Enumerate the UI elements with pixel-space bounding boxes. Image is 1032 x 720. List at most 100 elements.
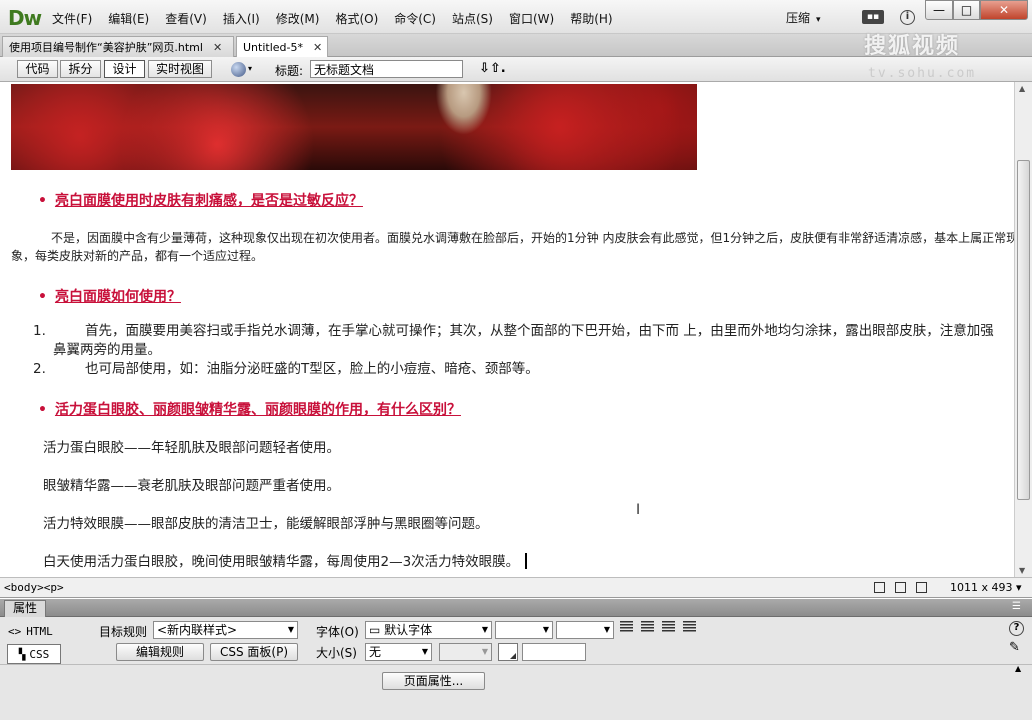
css-panel-button[interactable]: CSS 面板(P) xyxy=(210,643,298,661)
menu-commands[interactable]: 命令(C) xyxy=(386,10,444,27)
css-icon: ▚ xyxy=(18,647,26,661)
menu-modify[interactable]: 修改(M) xyxy=(268,10,328,27)
html-label: HTML xyxy=(26,625,53,638)
app-logo: Dw xyxy=(8,6,42,30)
list-number: 1. xyxy=(33,323,46,339)
font-select[interactable]: ▭ 默认字体 ▼ xyxy=(365,621,492,639)
target-rule-value: <新内联样式> xyxy=(157,623,238,637)
menu-file[interactable]: 文件(F) xyxy=(44,10,100,27)
content-line[interactable]: 活力蛋白眼胶——年轻肌肤及眼部问题轻者使用。 xyxy=(43,436,340,456)
close-icon[interactable]: ✕ xyxy=(313,41,322,54)
align-left-icon[interactable] xyxy=(620,621,633,633)
help-icon[interactable]: ? xyxy=(1009,621,1024,636)
chevron-down-icon: ▼ xyxy=(481,647,488,656)
page-properties-button[interactable]: 页面属性... xyxy=(382,672,485,690)
edit-rule-button[interactable]: 编辑规则 xyxy=(116,643,204,661)
chevron-down-icon: ▼ xyxy=(542,625,549,634)
banner-image xyxy=(11,84,697,170)
quick-tag-editor-icon[interactable]: ✎ xyxy=(1009,640,1020,655)
question-heading-2[interactable]: • 亮白面膜如何使用？ xyxy=(38,286,181,306)
ibeam-cursor-icon: I xyxy=(636,502,641,518)
menu-view[interactable]: 查看(V) xyxy=(157,10,215,27)
globe-icon[interactable] xyxy=(231,62,246,77)
bullet: • xyxy=(38,402,47,418)
split-view-button[interactable]: 拆分 xyxy=(60,60,101,78)
heading-text: 活力蛋白眼胶、丽颜眼皱精华露、丽颜眼膜的作用，有什么区别？ xyxy=(54,402,461,418)
html-mode-button[interactable]: <> HTML xyxy=(8,625,53,638)
document-tab-beauty[interactable]: 使用项目编号制作“美容护肤”网页.html ✕ xyxy=(2,36,234,57)
font-style-select[interactable]: ▼ xyxy=(495,621,553,639)
content-line-with-cursor[interactable]: 白天使用活力蛋白眼胶，晚间使用眼皱精华露，每周使用2—3次活力特效眼膜。 xyxy=(43,550,527,570)
chevron-down-icon: ▼ xyxy=(603,625,610,634)
sync-settings-icon[interactable]: ▪▪ xyxy=(862,10,884,24)
menu-help[interactable]: 帮助(H) xyxy=(562,10,620,27)
select-tool-icon[interactable] xyxy=(874,582,885,593)
menu-window[interactable]: 窗口(W) xyxy=(501,10,562,27)
window-size[interactable]: 1011 x 493 ▾ xyxy=(950,581,1022,594)
scroll-down-icon[interactable]: ▼ xyxy=(1019,566,1025,575)
html-icon: <> xyxy=(8,625,22,638)
close-icon[interactable]: ✕ xyxy=(213,41,222,54)
bullet: • xyxy=(38,289,47,305)
scroll-up-icon[interactable]: ▲ xyxy=(1019,84,1025,93)
title-input[interactable] xyxy=(310,60,463,78)
vertical-scrollbar[interactable]: ▲ ▼ xyxy=(1014,82,1032,577)
list-text: 也可局部使用，如：油脂分泌旺盛的T型区，脸上的小痘痘、暗疮、颈部等。 xyxy=(85,361,539,377)
file-management-icon[interactable]: ⇩⇧. xyxy=(479,61,506,76)
minimize-button[interactable]: — xyxy=(925,0,953,20)
menu-edit[interactable]: 编辑(E) xyxy=(100,10,157,27)
close-window-button[interactable]: ✕ xyxy=(980,0,1028,20)
chevron-down-icon: ▼ xyxy=(421,647,428,656)
menu-format[interactable]: 格式(O) xyxy=(327,10,386,27)
question-heading-1[interactable]: • 亮白面膜使用时皮肤有刺痛感，是否是过敏反应？ xyxy=(38,190,363,210)
align-center-icon[interactable] xyxy=(641,621,654,633)
css-mode-button[interactable]: ▚ CSS xyxy=(7,644,61,664)
size-label: 大小(S) xyxy=(316,646,357,660)
font-value: 默认字体 xyxy=(384,623,433,637)
align-justify-icon[interactable] xyxy=(683,621,696,633)
info-icon[interactable]: i xyxy=(900,10,915,25)
font-weight-select[interactable]: ▼ xyxy=(556,621,614,639)
css-label: CSS xyxy=(29,647,50,661)
expand-icon[interactable]: ▲ xyxy=(1015,664,1021,673)
tag-selector[interactable]: <body><p> xyxy=(4,581,64,594)
content-line[interactable]: 眼皱精华露——衰老肌肤及眼部问题严重者使用。 xyxy=(43,474,340,494)
code-view-button[interactable]: 代码 xyxy=(17,60,58,78)
monitor-icon: ▭ xyxy=(369,623,385,637)
chevron-down-icon: ▼ xyxy=(481,625,488,634)
size-select[interactable]: 无 ▼ xyxy=(365,643,432,661)
tab-label: Untitled-5* xyxy=(243,40,303,54)
answer-paragraph-1[interactable]: 不是，因面膜中含有少量薄荷，这种现象仅出现在初次使用者。面膜兑水调薄敷在脸部后，… xyxy=(11,229,1014,265)
heading-text: 亮白面膜如何使用？ xyxy=(54,289,181,305)
status-bar: <body><p> 1011 x 493 ▾ xyxy=(0,577,1032,598)
status-icons xyxy=(874,582,927,593)
design-view-button[interactable]: 设计 xyxy=(104,60,145,78)
color-picker[interactable] xyxy=(498,643,518,661)
monitor-icon[interactable] xyxy=(916,582,927,593)
align-right-icon[interactable] xyxy=(662,621,675,633)
content-line-text: 白天使用活力蛋白眼胶，晚间使用眼皱精华露，每周使用2—3次活力特效眼膜。 xyxy=(43,554,520,570)
panel-menu-icon[interactable]: ☰ xyxy=(1012,601,1021,612)
workspace-switcher[interactable]: 压缩 ▾ xyxy=(786,9,821,26)
chevron-down-icon[interactable]: ▾ xyxy=(248,64,252,73)
list-item[interactable]: 2. 也可局部使用，如：油脂分泌旺盛的T型区，脸上的小痘痘、暗疮、颈部等。 xyxy=(33,360,1005,379)
text-cursor xyxy=(525,553,527,569)
list-item[interactable]: 1. 首先，面膜要用美容扫或手指兑水调薄，在手掌心就可操作；其次，从整个面部的下… xyxy=(33,322,1005,360)
document-tab-untitled[interactable]: Untitled-5* ✕ xyxy=(236,36,328,57)
target-rule-label: 目标规则 xyxy=(99,625,148,639)
color-input[interactable] xyxy=(522,643,586,661)
menu-insert[interactable]: 插入(I) xyxy=(215,10,268,27)
target-rule-select[interactable]: <新内联样式> ▼ xyxy=(153,621,298,639)
chevron-down-icon: ▾ xyxy=(816,15,821,25)
content-line[interactable]: 活力特效眼膜——眼部皮肤的清洁卫士，能缓解眼部浮肿与黑眼圈等问题。 xyxy=(43,512,489,532)
main-menu: 文件(F) 编辑(E) 查看(V) 插入(I) 修改(M) 格式(O) 命令(C… xyxy=(44,10,621,27)
properties-header: 属性 ☰ xyxy=(0,599,1032,617)
maximize-button[interactable]: □ xyxy=(953,0,980,20)
question-heading-3[interactable]: • 活力蛋白眼胶、丽颜眼皱精华露、丽颜眼膜的作用，有什么区别？ xyxy=(38,399,461,419)
properties-tab[interactable]: 属性 xyxy=(4,600,47,617)
hand-tool-icon[interactable] xyxy=(895,582,906,593)
menu-site[interactable]: 站点(S) xyxy=(444,10,501,27)
design-canvas[interactable]: • 亮白面膜使用时皮肤有刺痛感，是否是过敏反应？ 不是，因面膜中含有少量薄荷，这种… xyxy=(0,82,1014,577)
live-view-button[interactable]: 实时视图 xyxy=(148,60,212,78)
scrollbar-thumb[interactable] xyxy=(1017,160,1030,500)
